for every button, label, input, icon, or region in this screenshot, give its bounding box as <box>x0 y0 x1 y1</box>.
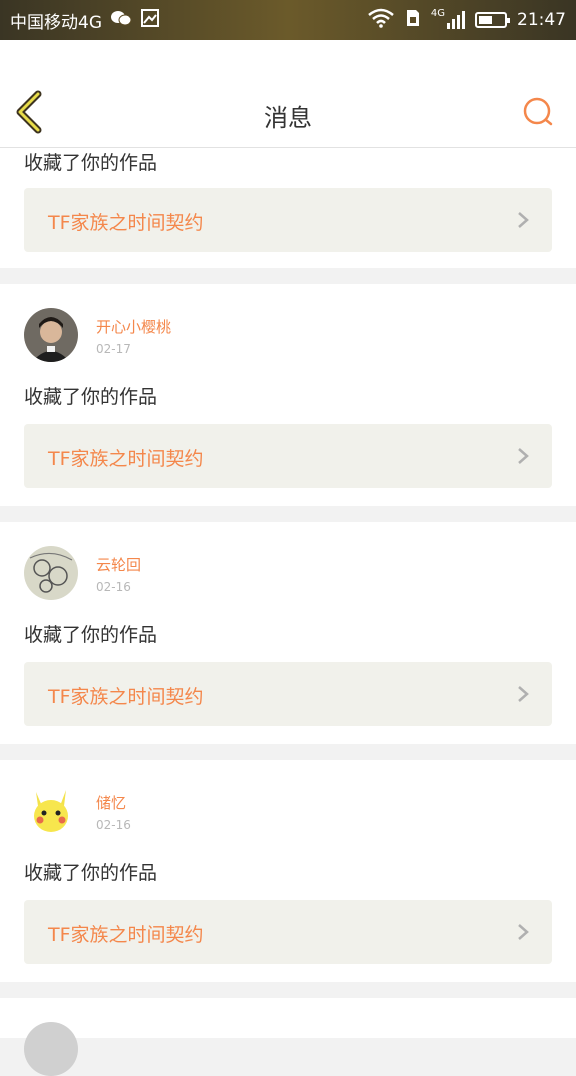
avatar-photo-icon <box>24 308 78 362</box>
user-avatar[interactable] <box>24 546 78 600</box>
work-title: TF家族之时间契约 <box>48 212 204 234</box>
message-action-text: 收藏了你的作品 <box>24 152 158 174</box>
wifi-icon <box>367 8 395 33</box>
work-title: TF家族之时间契约 <box>48 686 204 708</box>
message-card: 开心小樱桃 02-17 收藏了你的作品 TF家族之时间契约 <box>0 284 576 506</box>
signal-icon <box>447 11 465 29</box>
username[interactable]: 储忆 <box>96 792 126 813</box>
status-bar: 中国移动4G 4G 21:47 <box>0 0 576 40</box>
search-button[interactable] <box>522 96 554 128</box>
work-title: TF家族之时间契约 <box>48 448 204 470</box>
message-list: 收藏了你的作品 TF家族之时间契约 开心小樱桃 02-17 收藏了你的作品 TF… <box>0 148 576 1076</box>
user-avatar[interactable] <box>24 1022 78 1076</box>
chevron-right-icon <box>518 924 529 940</box>
work-title: TF家族之时间契约 <box>48 924 204 946</box>
message-card <box>0 998 576 1076</box>
network-type-label: 4G <box>430 7 445 19</box>
message-action-text: 收藏了你的作品 <box>24 862 158 884</box>
user-avatar[interactable] <box>24 308 78 362</box>
message-date: 02-16 <box>96 818 131 832</box>
work-link[interactable]: TF家族之时间契约 <box>24 424 552 488</box>
chevron-right-icon <box>518 448 529 464</box>
user-row: 储忆 02-16 <box>24 784 524 840</box>
page-title: 消息 <box>264 104 312 132</box>
username[interactable]: 开心小樱桃 <box>96 316 171 337</box>
work-link[interactable]: TF家族之时间契约 <box>24 188 552 252</box>
message-action-text: 收藏了你的作品 <box>24 624 158 646</box>
sim-icon <box>405 8 421 33</box>
search-icon <box>523 97 553 126</box>
gallery-icon <box>140 8 160 33</box>
user-avatar[interactable] <box>24 784 78 838</box>
username[interactable]: 云轮回 <box>96 554 141 575</box>
work-link[interactable]: TF家族之时间契约 <box>24 900 552 964</box>
avatar-pikachu-icon <box>24 784 78 838</box>
message-action-text: 收藏了你的作品 <box>24 386 158 408</box>
message-date: 02-17 <box>96 342 131 356</box>
message-card: 云轮回 02-16 收藏了你的作品 TF家族之时间契约 <box>0 522 576 744</box>
carrier-label: 中国移动4G <box>10 12 102 33</box>
status-left: 中国移动4G <box>10 8 160 33</box>
work-link[interactable]: TF家族之时间契约 <box>24 662 552 726</box>
message-card: 储忆 02-16 收藏了你的作品 TF家族之时间契约 <box>0 760 576 982</box>
status-right: 4G 21:47 <box>367 8 566 33</box>
chevron-right-icon <box>518 686 529 702</box>
user-row: 云轮回 02-16 <box>24 546 524 602</box>
message-date: 02-16 <box>96 580 131 594</box>
chevron-right-icon <box>518 212 529 228</box>
avatar-sketch-icon <box>24 546 78 600</box>
battery-icon <box>475 12 510 28</box>
message-card: 收藏了你的作品 TF家族之时间契约 <box>0 148 576 268</box>
wechat-icon <box>110 9 132 32</box>
user-row: 开心小樱桃 02-17 <box>24 308 524 364</box>
app-header: 消息 <box>0 40 576 148</box>
clock: 21:47 <box>517 10 566 30</box>
